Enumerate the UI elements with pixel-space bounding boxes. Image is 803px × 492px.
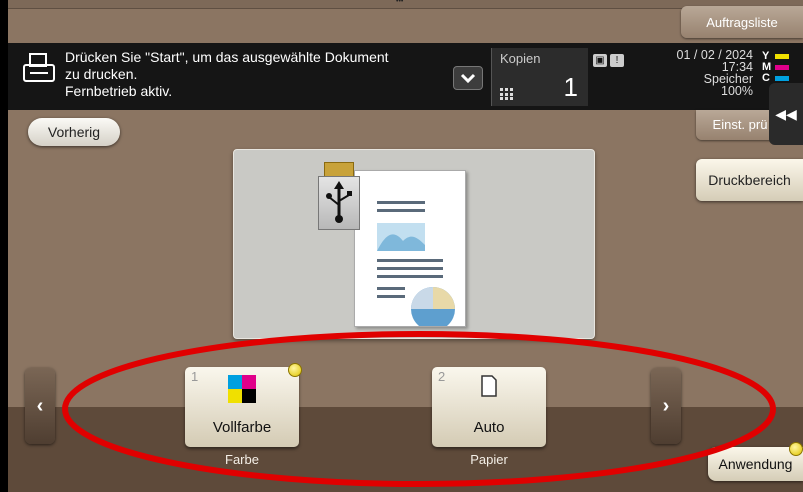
copies-label: Kopien bbox=[500, 51, 541, 66]
function-caption: Papier bbox=[470, 452, 508, 467]
usb-symbol-icon bbox=[326, 181, 352, 223]
touch-panel-screen: ••• Auftragsliste Drücken Sie "Start", u… bbox=[8, 0, 803, 492]
status-message-line1: Drücken Sie "Start", um das ausgewählte … bbox=[65, 49, 389, 65]
status-message-line3: Fernbetrieb aktiv. bbox=[65, 83, 173, 99]
expand-message-button[interactable] bbox=[453, 66, 483, 90]
print-area-button[interactable]: Druckbereich bbox=[696, 159, 803, 201]
document-graphic bbox=[377, 201, 455, 331]
chevron-right-icon: › bbox=[662, 395, 670, 417]
function-name: Vollfarbe bbox=[212, 419, 272, 436]
function-bar-background bbox=[8, 407, 803, 492]
keypad-icon bbox=[500, 88, 513, 100]
setting-changed-indicator-icon bbox=[288, 363, 302, 377]
usb-icon bbox=[318, 176, 360, 230]
function-name: Auto bbox=[473, 419, 505, 436]
chevron-down-icon bbox=[460, 73, 476, 84]
warning-icon: ! bbox=[610, 54, 624, 67]
job-list-button[interactable]: Auftragsliste bbox=[681, 6, 803, 38]
document-preview-panel bbox=[233, 149, 595, 339]
double-chevron-left-icon: ◀◀ bbox=[775, 106, 797, 122]
status-message: Drücken Sie "Start", um das ausgewählte … bbox=[65, 49, 389, 100]
grip-dots-icon: ••• bbox=[396, 0, 404, 5]
toner-m-bar bbox=[775, 65, 789, 70]
collapse-panel-button[interactable]: ◀◀ bbox=[769, 83, 803, 145]
function-index: 2 bbox=[438, 369, 446, 384]
network-icon: ▣ bbox=[593, 54, 607, 67]
cmyk-color-icon bbox=[228, 375, 256, 403]
toner-c: C bbox=[762, 73, 789, 84]
status-bar: Drücken Sie "Start", um das ausgewählte … bbox=[8, 43, 803, 110]
paper-function-button[interactable]: 2 Auto bbox=[432, 367, 546, 447]
color-function-button[interactable]: 1 Vollfarbe bbox=[185, 367, 299, 447]
scroll-left-button[interactable]: ‹ bbox=[25, 368, 55, 444]
copies-value: 1 bbox=[563, 72, 578, 102]
toner-y-bar bbox=[775, 54, 789, 59]
function-caption: Farbe bbox=[225, 452, 259, 467]
function-index: 1 bbox=[191, 369, 199, 384]
status-message-line2: zu drucken. bbox=[65, 66, 138, 82]
toner-levels: Y M C bbox=[762, 51, 789, 84]
document-preview-icon bbox=[354, 170, 466, 331]
scroll-right-button[interactable]: › bbox=[651, 368, 681, 444]
copies-box[interactable]: Kopien 1 bbox=[491, 48, 588, 106]
status-icons: ▣! bbox=[593, 50, 627, 68]
memory-value: 100% bbox=[721, 84, 753, 98]
date-time-memory: 01 / 02 / 2024 17:34 Speicher 100% bbox=[648, 49, 753, 98]
printer-icon bbox=[23, 53, 55, 82]
toner-c-bar bbox=[775, 76, 789, 81]
paper-icon bbox=[481, 375, 497, 397]
apply-indicator-icon bbox=[789, 442, 803, 456]
previous-button[interactable]: Vorherig bbox=[28, 118, 120, 146]
chevron-left-icon: ‹ bbox=[36, 395, 44, 417]
